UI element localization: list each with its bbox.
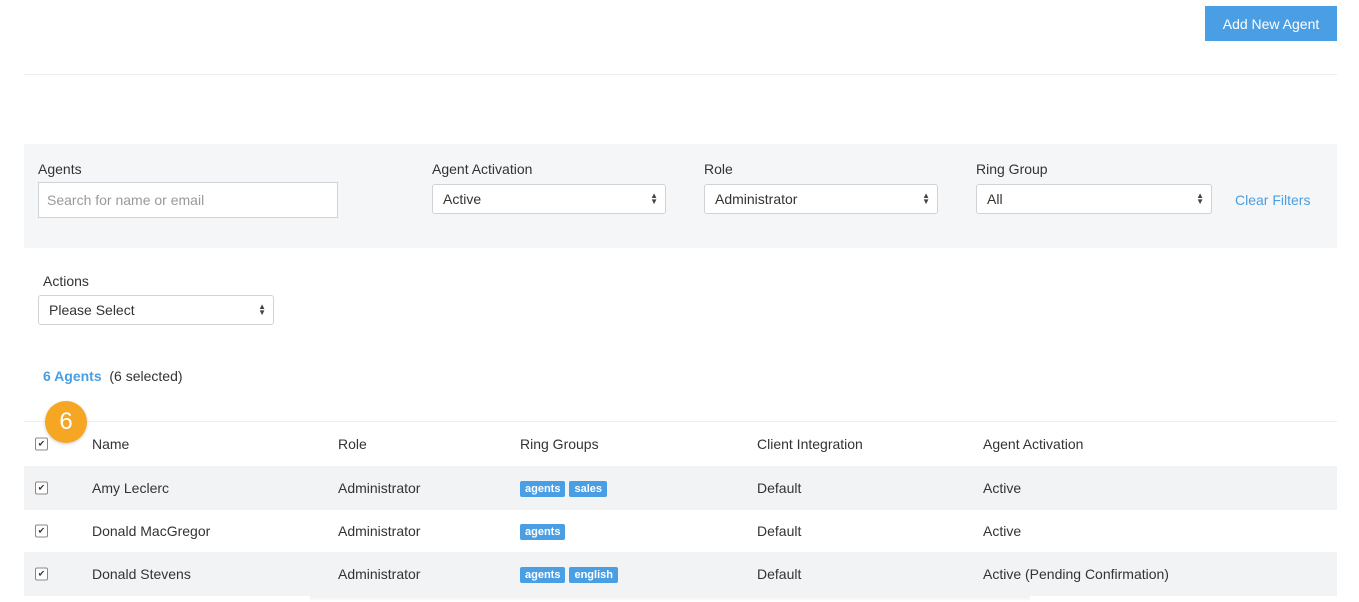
step-badge: 6 [45, 401, 87, 443]
select-all-checkbox[interactable]: ✔ [35, 437, 48, 451]
ring-group-filter-label: Ring Group [976, 161, 1048, 177]
activation-select[interactable]: Active ▲ ▼ [432, 184, 666, 214]
column-header-role[interactable]: Role [338, 436, 367, 452]
agents-filter-label: Agents [38, 161, 82, 177]
actions-select-value: Please Select [49, 302, 135, 318]
activation-filter-label: Agent Activation [432, 161, 533, 177]
agent-count-link[interactable]: 6 Agents [43, 368, 102, 384]
row-checkbox[interactable]: ✔ [35, 567, 48, 581]
activation-select-value: Active [443, 191, 482, 207]
agent-count: 6 Agents (6 selected) [43, 368, 183, 384]
add-new-agent-button[interactable]: Add New Agent [1205, 6, 1337, 41]
table-row: ✔ Donald MacGregor Administrator agents … [24, 509, 1337, 553]
role-filter-label: Role [704, 161, 733, 177]
ring-group-tags: agents [520, 522, 569, 540]
ring-group-tags: agents sales [520, 479, 611, 497]
role-select-value: Administrator [715, 191, 798, 207]
select-caret-icon: ▲ ▼ [258, 302, 266, 317]
row-checkbox[interactable]: ✔ [35, 481, 48, 495]
select-caret-icon: ▲ ▼ [1196, 191, 1204, 206]
agent-name-link[interactable]: Donald Stevens [92, 566, 191, 582]
clear-filters-link[interactable]: Clear Filters [1235, 192, 1310, 208]
ring-group-tag: agents [520, 567, 566, 583]
agent-role: Administrator [338, 566, 421, 582]
agent-name-link[interactable]: Amy Leclerc [92, 480, 169, 496]
role-select[interactable]: Administrator ▲ ▼ [704, 184, 938, 214]
agent-role: Administrator [338, 480, 421, 496]
client-integration: Default [757, 566, 802, 582]
agent-activation: Active (Pending Confirmation) [983, 566, 1169, 582]
select-caret-icon: ▲ ▼ [922, 191, 930, 206]
column-header-client-integration[interactable]: Client Integration [757, 436, 863, 452]
actions-label: Actions [43, 273, 89, 289]
table-row: ✔ Donald Stevens Administrator agents eng… [24, 552, 1337, 596]
table-header: ✔ Name Role Ring Groups Client Integrati… [24, 421, 1337, 466]
agent-activation: Active [983, 523, 1022, 539]
divider [24, 74, 1337, 75]
bottom-shadow [310, 596, 1030, 602]
agent-role: Administrator [338, 523, 421, 539]
selected-count: (6 selected) [109, 368, 183, 384]
ring-group-tag: agents [520, 481, 566, 497]
actions-select[interactable]: Please Select ▲ ▼ [38, 295, 274, 325]
ring-group-select[interactable]: All ▲ ▼ [976, 184, 1212, 214]
agent-name-link[interactable]: Donald MacGregor [92, 523, 210, 539]
ring-group-select-value: All [987, 191, 1003, 207]
ring-group-tag: english [569, 567, 618, 583]
row-checkbox[interactable]: ✔ [35, 524, 48, 538]
agent-search-input[interactable] [38, 182, 338, 218]
ring-group-tag: agents [520, 524, 566, 540]
select-caret-icon: ▲ ▼ [650, 191, 658, 206]
column-header-ring-groups[interactable]: Ring Groups [520, 436, 599, 452]
ring-group-tags: agents english [520, 565, 622, 583]
column-header-name[interactable]: Name [92, 436, 129, 452]
agent-activation: Active [983, 480, 1022, 496]
ring-group-tag: sales [569, 481, 607, 497]
column-header-agent-activation[interactable]: Agent Activation [983, 436, 1083, 452]
client-integration: Default [757, 480, 802, 496]
client-integration: Default [757, 523, 802, 539]
filter-panel: Agents Agent Activation Active ▲▼ Role A… [24, 144, 1337, 248]
table-row: ✔ Amy Leclerc Administrator agents sales … [24, 466, 1337, 510]
